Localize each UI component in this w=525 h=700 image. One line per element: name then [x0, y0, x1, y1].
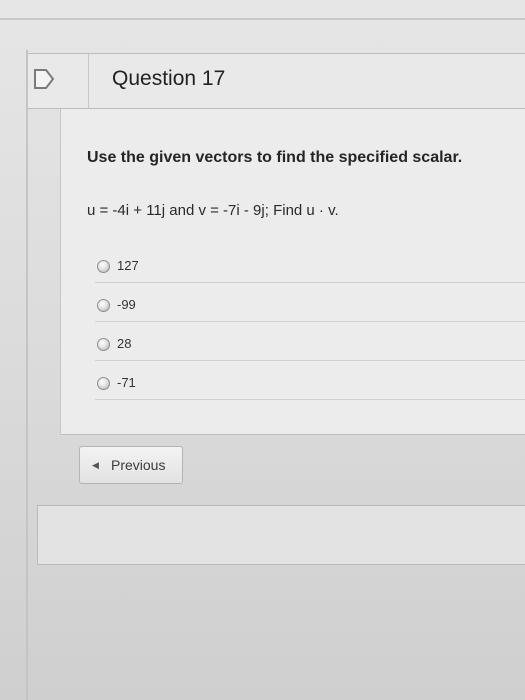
radio-button[interactable]	[97, 377, 110, 390]
header-divider	[88, 54, 89, 110]
answer-choice[interactable]: -71	[95, 370, 525, 400]
answer-choice[interactable]: -99	[95, 292, 525, 322]
question-header: Question 17	[28, 53, 525, 110]
answer-choice[interactable]: 28	[95, 331, 525, 361]
quiz-page: Question 17 Use the given vectors to fin…	[0, 0, 525, 700]
question-expression: u = -4i + 11j and v = -7i - 9j; Find u ·…	[87, 202, 339, 219]
flag-icon[interactable]	[32, 68, 56, 90]
choice-label: -99	[117, 297, 136, 312]
radio-button[interactable]	[97, 338, 110, 351]
answer-choice[interactable]: 127	[95, 253, 525, 283]
triangle-left-icon: ◀	[92, 460, 99, 470]
previous-button[interactable]: ◀ Previous	[79, 446, 183, 484]
left-rail	[26, 50, 28, 700]
choice-label: 28	[117, 336, 132, 351]
radio-button[interactable]	[97, 260, 110, 273]
radio-button[interactable]	[97, 299, 110, 312]
question-title: Question 17	[112, 67, 226, 90]
choice-label: -71	[117, 375, 136, 390]
next-question-panel	[37, 505, 525, 565]
previous-label: Previous	[111, 457, 166, 473]
top-divider	[0, 18, 525, 20]
question-prompt: Use the given vectors to find the specif…	[87, 149, 463, 166]
question-body: Use the given vectors to find the specif…	[60, 109, 525, 435]
choice-label: 127	[117, 258, 139, 273]
